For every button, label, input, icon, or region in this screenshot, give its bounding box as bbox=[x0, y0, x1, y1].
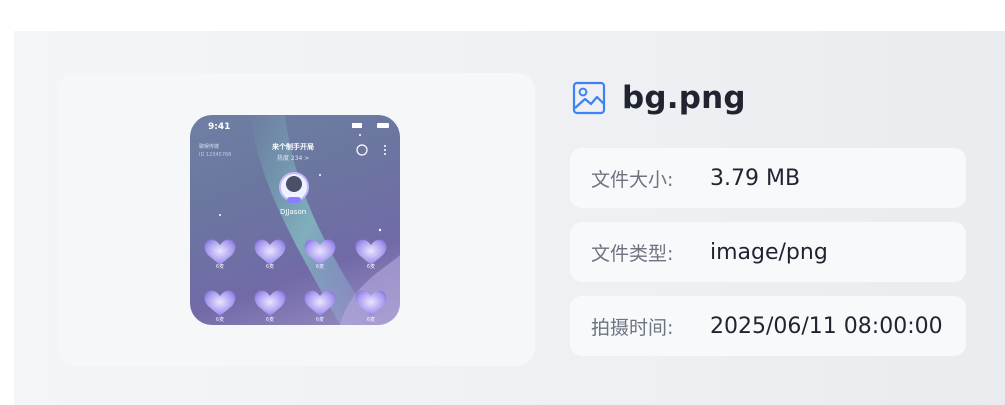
thumbnail-left-line2: ID 12345768 bbox=[199, 152, 232, 158]
thumbnail-seat-label: 6麦 bbox=[366, 317, 376, 323]
image-thumbnail[interactable]: 9:41 来个制手开局 热度 234 > 聊娱传媒 ID 12345768 DJ… bbox=[190, 115, 400, 325]
file-size-row: 文件大小: 3.79 MB bbox=[570, 148, 966, 208]
file-name: bg.png bbox=[622, 80, 746, 116]
thumbnail-seat-label: 6麦 bbox=[215, 264, 225, 270]
capture-time-label: 拍摄时间: bbox=[591, 316, 674, 339]
thumbnail-host-name: DJJason bbox=[280, 208, 307, 216]
thumbnail-status-time: 9:41 bbox=[208, 122, 231, 132]
file-size-label: 文件大小: bbox=[591, 168, 674, 191]
thumbnail-room-sub: 热度 234 > bbox=[277, 155, 310, 162]
file-type-row: 文件类型: image/png bbox=[570, 222, 966, 282]
capture-time-value: 2025/06/11 08:00:00 bbox=[710, 313, 943, 339]
thumbnail-seat-label: 6麦 bbox=[265, 264, 275, 270]
thumbnail-room-title: 来个制手开局 bbox=[272, 143, 314, 151]
file-size-value: 3.79 MB bbox=[710, 165, 801, 191]
file-title-row: bg.png bbox=[572, 78, 746, 118]
thumbnail-seat-label: 6麦 bbox=[315, 317, 325, 323]
file-type-value: image/png bbox=[710, 239, 828, 265]
thumbnail-left-line1: 聊娱传媒 bbox=[199, 144, 220, 150]
thumbnail-seat-label: 6麦 bbox=[215, 317, 225, 323]
file-type-label: 文件类型: bbox=[591, 242, 674, 265]
thumbnail-seat-label: 6麦 bbox=[315, 264, 325, 270]
thumbnail-seat-label: 6麦 bbox=[265, 317, 275, 323]
thumbnail-seat-label: 6麦 bbox=[366, 264, 376, 270]
capture-time-row: 拍摄时间: 2025/06/11 08:00:00 bbox=[570, 296, 966, 356]
image-file-icon bbox=[572, 81, 606, 115]
